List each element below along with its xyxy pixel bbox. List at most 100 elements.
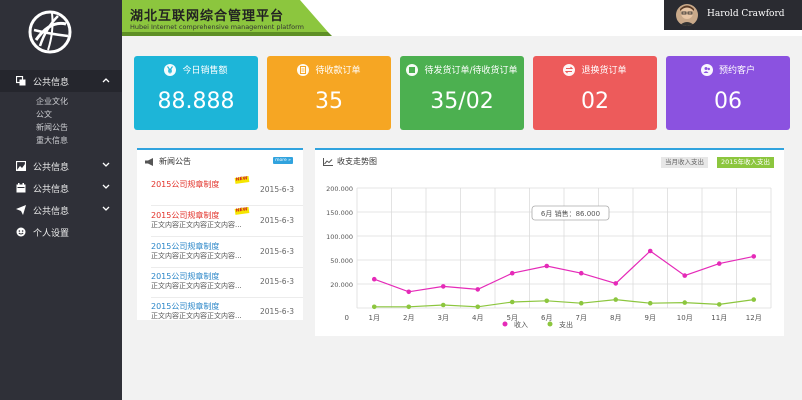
sidebar-item-culture[interactable]: 企业文化 <box>0 95 122 108</box>
header: 湖北互联网综合管理平台 Hubei Internet comprehensive… <box>122 0 802 36</box>
chart-tooltip: 6月 销售：86.000 <box>531 205 610 221</box>
news-item[interactable]: 2015公司规章制度 NEW 正文内容正文内容正文内容... 2015-6-3 <box>151 207 303 237</box>
x-tick-label: 1月 <box>369 314 380 322</box>
copy-icon <box>16 76 26 86</box>
card-value: 88.888 <box>157 89 235 114</box>
news-item[interactable]: 2015公司规章制度 正文内容正文内容正文内容... 2015-6-3 <box>151 238 303 268</box>
user-menu[interactable]: Harold Crawford <box>664 0 802 30</box>
x-tick-label: 3月 <box>438 314 449 322</box>
card-pending-payment[interactable]: 待收款订单 35 <box>267 56 391 130</box>
sidebar: 公共信息 企业文化 公文 新闻公告 重大信息 公共信息 公共信息 公共信息 个人… <box>0 0 122 400</box>
megaphone-icon <box>145 157 153 166</box>
brand: 湖北互联网综合管理平台 Hubei Internet comprehensive… <box>122 0 332 36</box>
chevron-down-icon <box>102 206 110 211</box>
x-tick-label: 10月 <box>677 314 693 322</box>
y-tick-label: 150.000 <box>326 209 353 217</box>
tab-year-income-expense[interactable]: 2015年收入支出 <box>716 157 774 168</box>
sidebar-group-public-info-2[interactable]: 公共信息 <box>0 155 122 177</box>
news-item-title[interactable]: 2015公司规章制度 <box>151 179 219 190</box>
y-tick-label: 100.000 <box>326 233 353 241</box>
data-point <box>682 300 688 305</box>
x-tick-label: 4月 <box>472 314 483 322</box>
legend-marker <box>547 321 553 327</box>
exchange-icon <box>563 63 576 76</box>
send-icon <box>16 205 26 215</box>
sidebar-group-personal-settings[interactable]: 个人设置 <box>0 221 122 243</box>
chevron-down-icon <box>102 184 110 189</box>
sidebar-item-major-info[interactable]: 重大信息 <box>0 134 122 147</box>
data-point <box>371 304 377 310</box>
smile-icon <box>16 227 26 237</box>
data-point <box>544 263 550 269</box>
card-value: 35 <box>315 89 343 114</box>
data-point <box>440 302 446 308</box>
data-point <box>647 300 653 306</box>
new-badge: NEW <box>234 176 250 184</box>
x-tick-label: 6月 <box>541 314 552 322</box>
card-returns[interactable]: 退换货订单 02 <box>533 56 657 130</box>
app-title: 湖北互联网综合管理平台 <box>130 9 285 24</box>
trend-panel: 收支走势图 当月收入支出 2015年收入支出 200.000 150.000 100… <box>315 148 784 336</box>
news-panel: 新闻公告 more » 2015公司规章制度 NEW 2015-6-3 2015… <box>137 148 303 320</box>
news-item[interactable]: 2015公司规章制度 正文内容正文内容正文内容... 2015-6-3 <box>151 268 303 298</box>
chart-legend: 收入 支出 <box>502 320 573 329</box>
legend-marker <box>502 321 508 327</box>
calendar-icon <box>16 183 26 193</box>
trend-chart: 200.000 150.000 100.000 50.000 20.000 0 1月 2月 3… <box>326 185 772 329</box>
image-icon <box>16 161 26 171</box>
sidebar-group-public-info-3[interactable]: 公共信息 <box>0 177 122 199</box>
data-point <box>751 254 757 259</box>
box-icon <box>406 63 419 76</box>
tooltip-text: 6月 销售：86.000 <box>541 209 600 218</box>
sidebar-group-label: 公共信息 <box>33 162 70 173</box>
sidebar-group-label: 公共信息 <box>33 184 70 195</box>
data-point <box>440 284 446 289</box>
y-tick-label: 20.000 <box>330 281 353 289</box>
x-tick-label: 2月 <box>403 314 414 322</box>
data-point <box>509 299 515 305</box>
card-today-sales[interactable]: 今日销售额 88.888 <box>134 56 258 130</box>
data-point <box>613 281 619 286</box>
users-icon <box>700 63 713 76</box>
news-item[interactable]: 2015公司规章制度 NEW 2015-6-3 <box>151 176 303 206</box>
data-point <box>544 298 550 304</box>
avatar <box>676 4 698 26</box>
data-point <box>578 270 584 276</box>
data-point <box>475 304 481 310</box>
card-pending-shipping[interactable]: 待发货订单/待收货订单 35/02 <box>400 56 524 130</box>
news-item-date: 2015-6-3 <box>260 247 295 256</box>
data-point <box>406 304 412 310</box>
tab-month-income-expense[interactable]: 当月收入支出 <box>661 157 708 168</box>
card-label: 今日销售额 <box>182 66 228 76</box>
sidebar-nav: 公共信息 企业文化 公文 新闻公告 重大信息 公共信息 公共信息 公共信息 个人… <box>0 70 122 243</box>
news-item[interactable]: 2015公司规章制度 正文内容正文内容正文内容... 2015-6-3 <box>151 298 303 328</box>
news-item-snippet: 正文内容正文内容正文内容... <box>151 312 242 320</box>
sidebar-item-documents[interactable]: 公文 <box>0 108 122 121</box>
legend-label: 收入 <box>514 320 528 329</box>
data-point <box>371 276 377 282</box>
sidebar-group-public-info-4[interactable]: 公共信息 <box>0 199 122 221</box>
x-tick-label: 9月 <box>645 314 656 322</box>
news-item-date: 2015-6-3 <box>260 185 295 194</box>
data-point <box>578 300 584 306</box>
line-chart-icon <box>323 157 333 166</box>
data-point <box>751 297 757 302</box>
sidebar-item-news[interactable]: 新闻公告 <box>0 121 122 134</box>
sidebar-group-label: 个人设置 <box>33 228 70 239</box>
sidebar-group-label: 公共信息 <box>33 77 70 88</box>
sidebar-group-public-info-1[interactable]: 公共信息 <box>0 70 122 92</box>
data-point <box>716 261 722 266</box>
more-button[interactable]: more » <box>273 157 293 164</box>
document-icon <box>297 63 310 76</box>
news-panel-title: 新闻公告 <box>159 157 191 166</box>
data-point <box>682 273 688 278</box>
card-reserved-customers[interactable]: 预约客户 06 <box>666 56 790 130</box>
new-badge: NEW <box>234 207 250 215</box>
card-label: 待发货订单/待收货订单 <box>424 66 518 76</box>
trend-panel-title: 收支走势图 <box>337 157 377 166</box>
legend-label: 支出 <box>559 320 573 329</box>
x-axis-ticks: 0 1月 2月 3月 4月 5月 6月 7月 8月 9月 10月 11月 12月 <box>345 314 762 322</box>
y-tick-label: 50.000 <box>330 257 353 265</box>
data-point <box>613 297 619 302</box>
yen-icon <box>164 63 177 76</box>
